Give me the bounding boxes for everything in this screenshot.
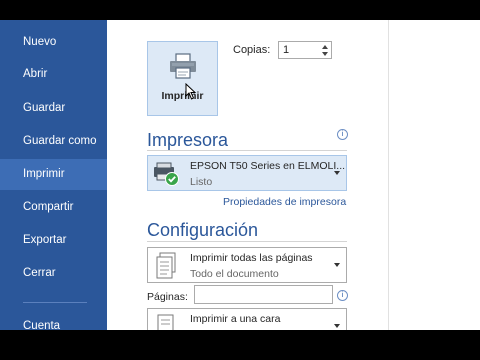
print-range-sub: Todo el documento [190,268,279,280]
copies-increment-arrow[interactable] [322,45,328,49]
copies-value: 1 [283,44,290,56]
chevron-down-icon [334,171,340,175]
printer-name: EPSON T50 Series en ELMOLI... [190,160,346,172]
print-button[interactable]: Imprimir [147,41,218,116]
sidebar-item-imprimir[interactable]: Imprimir [0,159,107,190]
mouse-cursor-icon [185,83,197,100]
pages-label: Páginas: [147,291,188,303]
print-sides-main: Imprimir a una cara [190,313,281,325]
chevron-down-icon [334,324,340,328]
printer-status: Listo [190,176,213,188]
sidebar-item-abrir[interactable]: Abrir [0,59,107,90]
sidebar-divider [23,302,87,303]
pages-input[interactable] [194,285,333,304]
printer-icon [170,53,196,79]
printer-select[interactable]: EPSON T50 Series en ELMOLI... Listo [147,155,347,191]
pages-info-icon[interactable]: i [337,290,348,301]
sidebar-item-guardar-como[interactable]: Guardar como [0,126,107,157]
printer-info-icon[interactable]: i [337,129,348,140]
print-backstage: Nuevo Abrir Guardar Guardar como Imprimi… [0,20,480,330]
sidebar-item-exportar[interactable]: Exportar [0,225,107,256]
copies-stepper[interactable]: 1 [278,41,332,59]
printer-section-title: Impresora [147,130,229,150]
preview-divider [388,20,389,330]
sidebar-item-compartir[interactable]: Compartir [0,192,107,223]
chevron-down-icon [334,263,340,267]
sidebar-item-cuenta[interactable]: Cuenta [0,311,107,330]
sidebar-item-nuevo[interactable]: Nuevo [0,27,107,58]
print-panel: Imprimir Copias: 1 Impresora i EPSON T50… [107,20,480,330]
print-button-label: Imprimir [161,90,204,102]
printer-ready-icon [154,162,179,186]
print-range-main: Imprimir todas las páginas [190,252,313,264]
print-sides-select[interactable]: Imprimir a una cara [147,308,347,330]
copies-label: Copias: [233,44,271,56]
printer-section-rule [147,150,347,151]
print-range-select[interactable]: Imprimir todas las páginas Todo el docum… [147,247,347,283]
settings-section-rule [147,241,347,242]
single-side-icon [157,314,174,330]
copies-decrement-arrow[interactable] [322,52,328,56]
sidebar-item-cerrar[interactable]: Cerrar [0,258,107,289]
backstage-sidebar: Nuevo Abrir Guardar Guardar como Imprimi… [0,20,107,330]
pages-icon [156,252,176,279]
printer-properties-link[interactable]: Propiedades de impresora [223,196,346,208]
sidebar-item-guardar[interactable]: Guardar [0,93,107,124]
settings-section-title: Configuración [147,220,259,240]
